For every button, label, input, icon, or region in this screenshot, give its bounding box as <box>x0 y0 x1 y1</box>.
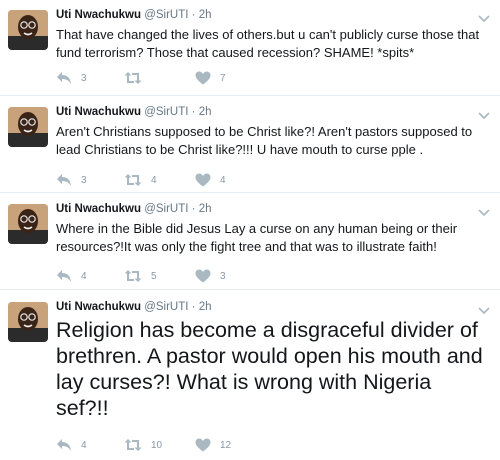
retweet-count: 5 <box>151 270 157 282</box>
avatar[interactable] <box>8 10 48 50</box>
author-name[interactable]: Uti Nwachukwu <box>56 301 141 313</box>
avatar[interactable] <box>8 204 48 244</box>
author-handle[interactable]: @SirUTI <box>144 9 188 21</box>
tweet-4[interactable]: Uti Nwachukwu @SirUTI · 2h Religion has … <box>0 290 500 460</box>
reply-button[interactable]: 4 <box>56 437 87 453</box>
chevron-down-icon[interactable] <box>478 303 490 315</box>
tweet-text: That have changed the lives of others.bu… <box>56 27 480 60</box>
reply-count: 4 <box>81 270 87 282</box>
author-handle[interactable]: @SirUTI <box>144 301 188 313</box>
author-handle[interactable]: @SirUTI <box>144 203 188 215</box>
like-count: 12 <box>220 439 232 451</box>
avatar[interactable] <box>8 107 48 147</box>
avatar-image <box>8 10 48 50</box>
chevron-down-icon[interactable] <box>478 11 490 23</box>
reply-icon <box>57 270 71 282</box>
reply-icon <box>57 439 71 451</box>
timestamp[interactable]: 2h <box>199 203 212 215</box>
timestamp[interactable]: 2h <box>199 301 212 313</box>
like-button[interactable]: 7 <box>195 70 226 86</box>
chevron-down-icon[interactable] <box>478 108 490 120</box>
retweet-button[interactable] <box>124 70 151 86</box>
retweet-icon <box>124 72 142 84</box>
tweet-3[interactable]: Uti Nwachukwu @SirUTI · 2h Where in the … <box>0 193 500 290</box>
author-name[interactable]: Uti Nwachukwu <box>56 106 141 118</box>
reply-icon <box>57 174 71 186</box>
chevron-down-icon[interactable] <box>478 205 490 217</box>
avatar[interactable] <box>8 302 48 342</box>
tweet-header: Uti Nwachukwu @SirUTI · 2h <box>56 106 212 118</box>
separator: · <box>191 203 196 215</box>
tweet-header: Uti Nwachukwu @SirUTI · 2h <box>56 301 212 313</box>
author-name[interactable]: Uti Nwachukwu <box>56 203 141 215</box>
tweet-feed: Uti Nwachukwu @SirUTI · 2h That have cha… <box>0 0 500 460</box>
retweet-icon <box>124 174 142 186</box>
separator: · <box>191 106 196 118</box>
author-name[interactable]: Uti Nwachukwu <box>56 9 141 21</box>
timestamp[interactable]: 2h <box>199 106 212 118</box>
tweet-text: Religion has become a disgraceful divide… <box>56 318 483 420</box>
retweet-button[interactable]: 5 <box>124 268 157 284</box>
reply-button[interactable]: 4 <box>56 268 87 284</box>
reply-icon <box>57 72 71 84</box>
heart-icon <box>195 269 211 283</box>
heart-icon <box>195 438 211 452</box>
like-button[interactable]: 12 <box>195 437 231 453</box>
like-button[interactable]: 4 <box>195 172 226 188</box>
tweet-header: Uti Nwachukwu @SirUTI · 2h <box>56 9 212 21</box>
heart-icon <box>195 173 211 187</box>
like-button[interactable]: 3 <box>195 268 226 284</box>
reply-count: 3 <box>81 72 87 84</box>
timestamp[interactable]: 2h <box>199 9 212 21</box>
avatar-image <box>8 107 48 147</box>
reply-count: 4 <box>81 439 87 451</box>
tweet-text: Aren't Christians supposed to be Christ … <box>56 124 473 157</box>
retweet-count: 4 <box>151 174 157 186</box>
separator: · <box>191 301 196 313</box>
like-count: 4 <box>220 174 226 186</box>
tweet-2[interactable]: Uti Nwachukwu @SirUTI · 2h Aren't Christ… <box>0 96 500 193</box>
retweet-icon <box>124 270 142 282</box>
avatar-image <box>8 302 48 342</box>
tweet-text: Where in the Bible did Jesus Lay a curse… <box>56 221 458 254</box>
like-count: 7 <box>220 72 226 84</box>
retweet-count: 10 <box>151 439 163 451</box>
avatar-image <box>8 204 48 244</box>
retweet-button[interactable]: 4 <box>124 172 157 188</box>
like-count: 3 <box>220 270 226 282</box>
heart-icon <box>195 71 211 85</box>
reply-count: 3 <box>81 174 87 186</box>
tweet-1[interactable]: Uti Nwachukwu @SirUTI · 2h That have cha… <box>0 0 500 96</box>
retweet-button[interactable]: 10 <box>124 437 162 453</box>
tweet-header: Uti Nwachukwu @SirUTI · 2h <box>56 203 212 215</box>
reply-button[interactable]: 3 <box>56 172 87 188</box>
author-handle[interactable]: @SirUTI <box>144 106 188 118</box>
retweet-icon <box>124 439 142 451</box>
separator: · <box>191 9 196 21</box>
reply-button[interactable]: 3 <box>56 70 87 86</box>
